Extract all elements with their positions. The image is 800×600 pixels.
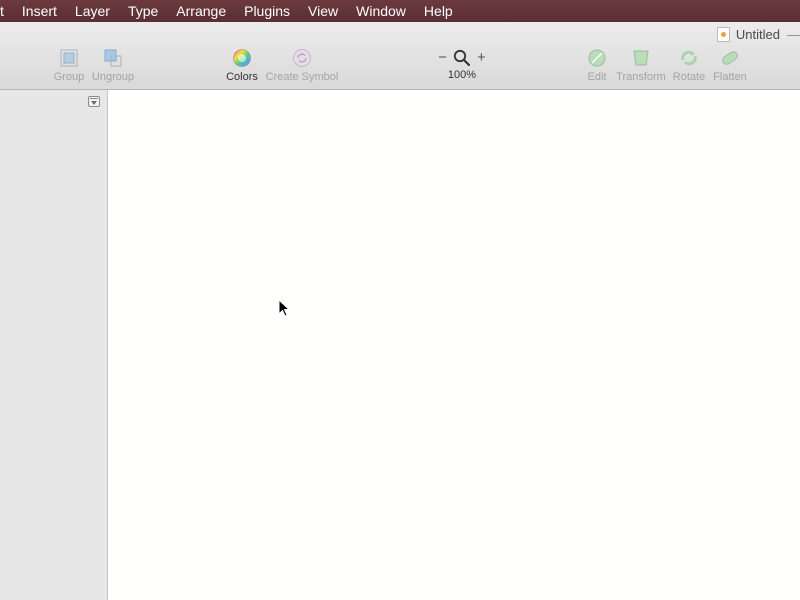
magnifier-icon[interactable] — [453, 49, 471, 67]
document-icon — [716, 26, 730, 42]
colors-label: Colors — [226, 71, 258, 83]
zoom-in-button[interactable]: + — [477, 49, 486, 67]
rotate-icon — [681, 50, 697, 66]
edit-button[interactable]: Edit — [584, 48, 610, 84]
create-symbol-button[interactable]: Create Symbol — [264, 48, 340, 84]
transform-button[interactable]: Transform — [614, 48, 668, 84]
flatten-button[interactable]: Flatten — [710, 48, 750, 84]
edit-icon — [588, 49, 606, 67]
color-wheel-icon — [233, 49, 251, 67]
transform-label: Transform — [616, 71, 666, 83]
ungroup-button[interactable]: Ungroup — [90, 48, 136, 84]
zoom-level: 100% — [447, 69, 477, 81]
menu-item-edit-partial[interactable]: t — [0, 0, 13, 22]
menu-item-window[interactable]: Window — [347, 0, 415, 22]
ungroup-label: Ungroup — [91, 71, 135, 83]
flatten-icon — [722, 51, 738, 65]
zoom-buttons: − + — [438, 48, 486, 68]
symbol-icon — [293, 49, 311, 67]
document-title: Untitled — [735, 26, 780, 42]
zoom-control: − + 100% — [432, 48, 492, 82]
rotate-label: Rotate — [672, 71, 706, 83]
edit-label: Edit — [587, 71, 607, 83]
rotate-button[interactable]: Rotate — [670, 48, 708, 84]
menu-item-plugins[interactable]: Plugins — [235, 0, 299, 22]
menu-item-layer[interactable]: Layer — [66, 0, 119, 22]
title-separator: — — [787, 26, 800, 42]
window-toolbar: Untitled — Group Ungroup Colors Create S… — [0, 22, 800, 90]
group-icon — [60, 49, 78, 67]
menu-item-help[interactable]: Help — [415, 0, 462, 22]
flatten-label: Flatten — [713, 71, 747, 83]
colors-button[interactable]: Colors — [224, 48, 260, 84]
group-label: Group — [53, 71, 85, 83]
menu-item-arrange[interactable]: Arrange — [167, 0, 235, 22]
menu-item-insert[interactable]: Insert — [13, 0, 66, 22]
group-button[interactable]: Group — [52, 48, 86, 84]
menu-item-view[interactable]: View — [299, 0, 347, 22]
create-symbol-label: Create Symbol — [265, 71, 339, 83]
layers-sidebar — [0, 90, 108, 600]
mouse-cursor-icon — [278, 299, 291, 317]
menu-bar: t Insert Layer Type Arrange Plugins View… — [0, 0, 800, 22]
transform-icon — [633, 50, 649, 66]
design-canvas[interactable] — [108, 90, 800, 600]
document-title-bar: Untitled — — [716, 24, 800, 44]
ungroup-icon — [104, 49, 122, 67]
menu-item-type[interactable]: Type — [119, 0, 167, 22]
zoom-out-button[interactable]: − — [438, 49, 447, 67]
collapse-pages-icon[interactable] — [88, 96, 100, 107]
